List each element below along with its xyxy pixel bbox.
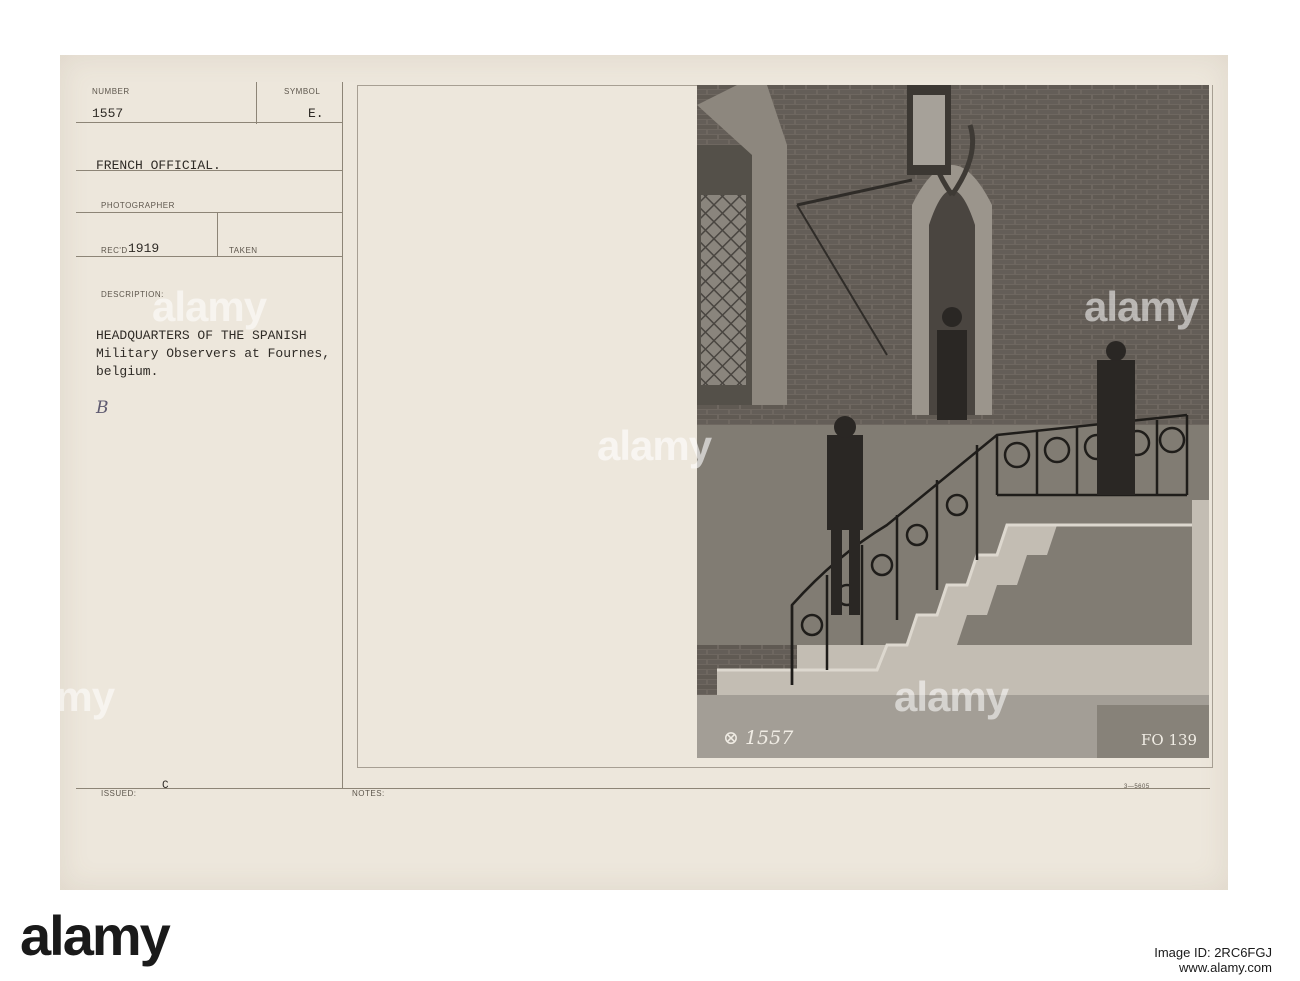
recd-underline <box>76 256 342 257</box>
photographer-underline <box>76 212 342 213</box>
brand-logo: alamy <box>20 904 171 967</box>
watermark: alamy <box>1244 673 1300 720</box>
watermark: alamy <box>0 673 115 720</box>
taken-label: TAKEN <box>229 246 258 255</box>
handwritten-mark: B <box>96 398 109 418</box>
site-url: www.alamy.com <box>1179 960 1272 975</box>
left-column-divider <box>342 82 343 788</box>
description-line-2: Military Observers at Fournes, <box>96 346 331 361</box>
source-underline <box>76 170 342 171</box>
photo-frame-top <box>357 85 697 86</box>
watermark: alamy <box>1084 283 1199 330</box>
number-divider <box>256 82 257 124</box>
symbol-label: SYMBOL <box>284 87 321 96</box>
photo-frame-bottom <box>357 767 1213 768</box>
symbol-underline <box>256 122 342 123</box>
issued-label: ISSUED: <box>101 789 137 798</box>
photographer-divider <box>217 212 218 256</box>
issued-value: C <box>162 780 169 792</box>
form-code: 3—5605 <box>1124 784 1150 790</box>
photographer-label: PHOTOGRAPHER <box>101 201 175 210</box>
photo-frame-right <box>1212 85 1213 767</box>
watermark: alamy <box>152 283 267 330</box>
watermark: alamy <box>894 673 1009 720</box>
number-label: NUMBER <box>92 87 130 96</box>
file-code: FO 139 <box>1141 731 1198 749</box>
photograph-scene <box>697 85 1209 758</box>
notes-label: NOTES: <box>352 789 385 798</box>
recd-label: REC'D <box>101 246 128 255</box>
bottom-rule <box>76 788 1210 789</box>
archival-photograph: ⊗ 1557 FO 139 <box>697 85 1209 758</box>
description-line-3: belgium. <box>96 364 159 379</box>
image-id: Image ID: 2RC6FGJ <box>1154 945 1272 960</box>
watermark: alamy <box>597 422 712 469</box>
number-underline <box>76 122 256 123</box>
stock-footer <box>0 890 1300 981</box>
negative-number: ⊗ 1557 <box>723 727 794 749</box>
number-value: 1557 <box>92 106 124 121</box>
recd-year: 1919 <box>128 241 160 256</box>
photo-frame-left <box>357 85 358 767</box>
symbol-value: E. <box>308 106 324 121</box>
